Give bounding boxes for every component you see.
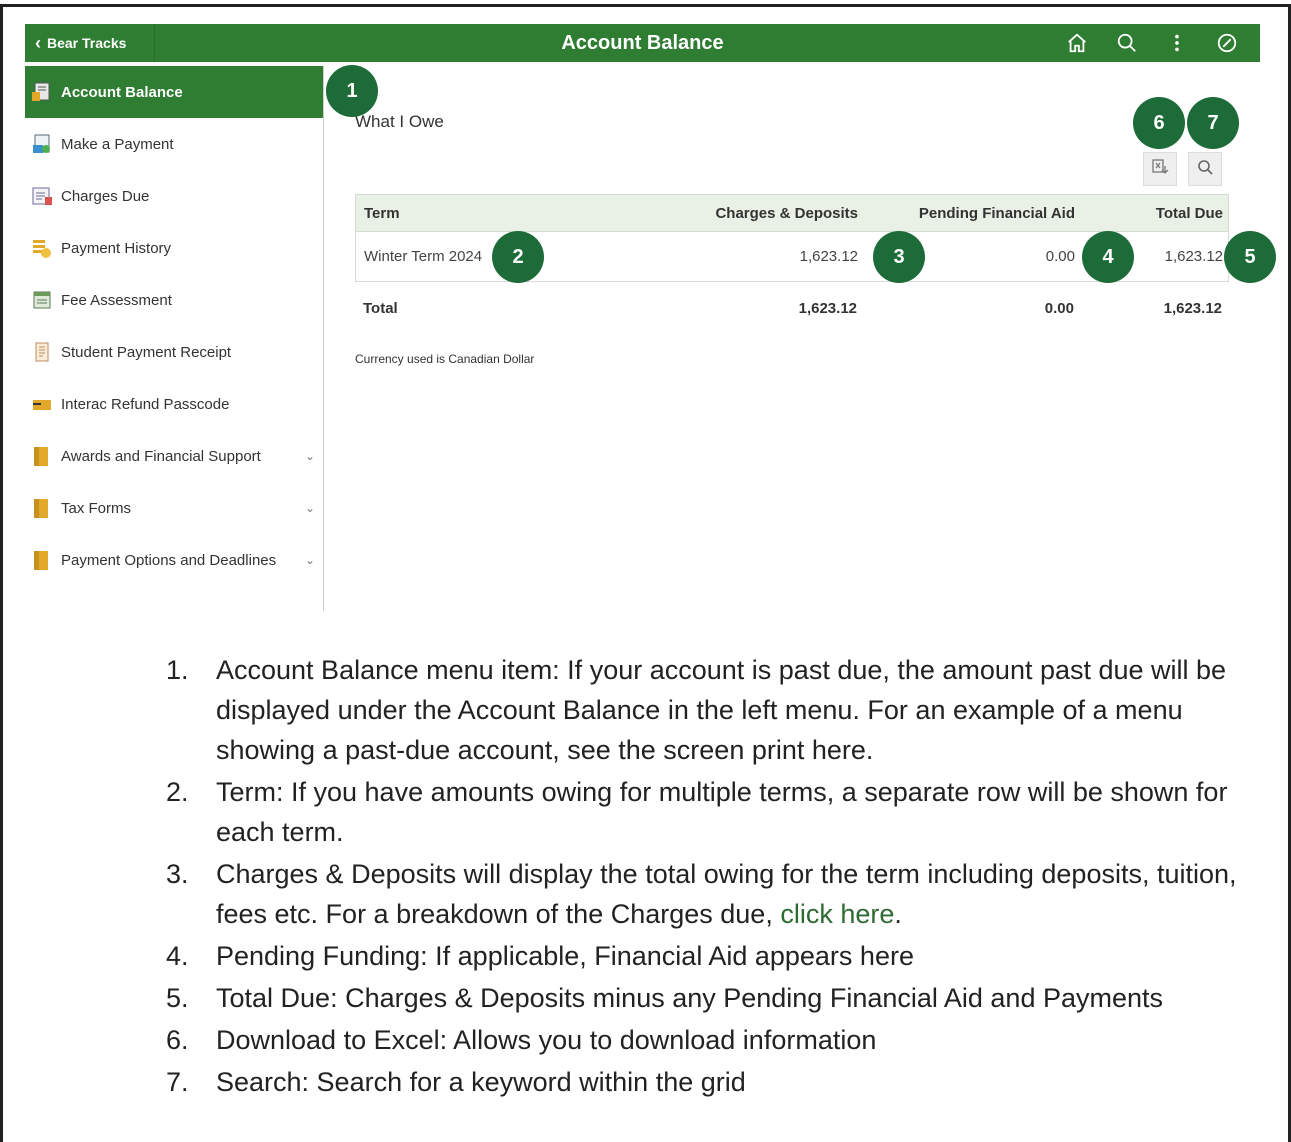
passcode-icon — [31, 393, 53, 415]
currency-note: Currency used is Canadian Dollar — [355, 352, 535, 366]
grid-search-button[interactable] — [1188, 152, 1222, 186]
make-payment-icon — [31, 133, 53, 155]
chevron-down-icon[interactable]: ⌄ — [305, 501, 315, 515]
callout-badge-1: 1 — [326, 65, 378, 117]
callout-badge-4: 4 — [1082, 231, 1134, 283]
table-total-row: Total 1,623.12 0.00 1,623.12 — [355, 282, 1229, 334]
list-item: 5. Total Due: Charges & Deposits minus a… — [166, 983, 1164, 1013]
sidebar-item-awards-financial-support[interactable]: Awards and Financial Support ⌄ — [25, 430, 323, 482]
total-due: 1,623.12 — [1163, 299, 1222, 317]
folder-icon — [31, 445, 53, 467]
fee-assessment-icon — [31, 289, 53, 311]
app-header: ‹ Bear Tracks Account Balance — [25, 24, 1260, 62]
sidebar-item-label: Account Balance — [61, 83, 183, 101]
compass-icon[interactable] — [1214, 30, 1240, 56]
payment-history-icon — [31, 237, 53, 259]
cell-charges: 1,623.12 — [799, 248, 858, 265]
sidebar-item-account-balance[interactable]: Account Balance — [25, 66, 323, 118]
home-icon[interactable] — [1064, 30, 1090, 56]
sidebar-item-label: Fee Assessment — [61, 291, 172, 309]
search-icon — [1196, 158, 1214, 181]
column-header-pending-aid[interactable]: Pending Financial Aid — [858, 205, 1075, 222]
sidebar-item-label: Payment History — [61, 239, 172, 257]
account-balance-icon — [31, 81, 53, 103]
sidebar-item-label: Tax Forms — [61, 499, 132, 517]
sidebar-item-payment-history[interactable]: Payment History — [25, 222, 323, 274]
sidebar-item-charges-due[interactable]: Charges Due — [25, 170, 323, 222]
sidebar-item-interac-refund-passcode[interactable]: Interac Refund Passcode — [25, 378, 323, 430]
sidebar-item-label: Awards and Financial Support — [61, 447, 261, 465]
list-item: 3. Charges & Deposits will display the t… — [166, 859, 1237, 929]
section-title: What I Owe — [355, 112, 444, 131]
sidebar-item-tax-forms[interactable]: Tax Forms ⌄ — [25, 482, 323, 534]
chevron-down-icon[interactable]: ⌄ — [305, 449, 315, 463]
download-excel-button[interactable] — [1143, 152, 1177, 186]
header-actions — [1040, 24, 1240, 62]
folder-icon — [31, 549, 53, 571]
sidebar-menu: Account Balance Make a Payment Charges D… — [25, 66, 324, 611]
table-header: Term Charges & Deposits Pending Financia… — [355, 194, 1229, 232]
sidebar-item-label: Charges Due — [61, 187, 150, 205]
back-label: Bear Tracks — [47, 35, 127, 51]
sidebar-item-label: Interac Refund Passcode — [61, 395, 230, 413]
search-icon[interactable] — [1114, 30, 1140, 56]
sidebar-item-label: Payment Options and Deadlines — [61, 551, 277, 569]
callout-badge-5: 5 — [1224, 231, 1276, 283]
download-excel-icon — [1151, 158, 1169, 181]
list-item: 1. Account Balance menu item: If your ac… — [166, 655, 1227, 765]
callout-badge-2: 2 — [492, 231, 544, 283]
callout-badge-7: 7 — [1187, 97, 1239, 149]
column-header-term[interactable]: Term — [356, 205, 686, 222]
click-here-link[interactable]: click here — [780, 899, 894, 929]
sidebar-item-student-payment-receipt[interactable]: Student Payment Receipt — [25, 326, 323, 378]
total-label: Total — [363, 299, 398, 317]
charges-due-icon — [31, 185, 53, 207]
column-header-charges[interactable]: Charges & Deposits — [686, 205, 858, 222]
receipt-icon — [31, 341, 53, 363]
sidebar-item-label: Make a Payment — [61, 135, 174, 153]
total-charges: 1,623.12 — [798, 299, 857, 317]
total-pending-aid: 0.00 — [1044, 299, 1074, 317]
sidebar-item-make-payment[interactable]: Make a Payment — [25, 118, 323, 170]
list-item: 6. Download to Excel: Allows you to down… — [166, 1025, 877, 1055]
folder-icon — [31, 497, 53, 519]
callout-badge-3: 3 — [873, 231, 925, 283]
callout-badge-6: 6 — [1133, 97, 1185, 149]
explanation-list: 1. Account Balance menu item: If your ac… — [162, 650, 1282, 1104]
list-item: 4. Pending Funding: If applicable, Finan… — [166, 941, 914, 971]
sidebar-item-label: Student Payment Receipt — [61, 343, 232, 361]
chevron-left-icon: ‹ — [35, 32, 41, 53]
sidebar-item-payment-options-deadlines[interactable]: Payment Options and Deadlines ⌄ — [25, 534, 323, 586]
back-button[interactable]: ‹ Bear Tracks — [25, 24, 155, 62]
column-header-total-due[interactable]: Total Due — [1075, 205, 1223, 222]
list-item: 2. Term: If you have amounts owing for m… — [166, 777, 1228, 847]
more-vertical-icon[interactable] — [1164, 30, 1190, 56]
sidebar-item-fee-assessment[interactable]: Fee Assessment — [25, 274, 323, 326]
list-item: 7. Search: Search for a keyword within t… — [166, 1067, 746, 1097]
chevron-down-icon[interactable]: ⌄ — [305, 553, 315, 567]
